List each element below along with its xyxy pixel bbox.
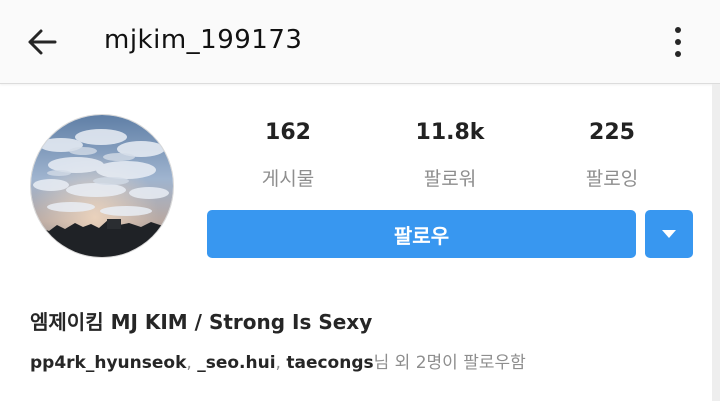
following-count: 225 bbox=[589, 120, 635, 145]
follower-username[interactable]: _seo.hui bbox=[197, 353, 275, 373]
posts-stat[interactable]: 162 게시물 bbox=[207, 118, 369, 191]
app-bar: mjkim_199173 bbox=[0, 0, 720, 84]
follower-username[interactable]: pp4rk_hyunseok bbox=[30, 353, 186, 373]
caret-down-icon bbox=[662, 230, 676, 238]
profile-full-name: 엠제이킴 MJ KIM / Strong Is Sexy bbox=[30, 310, 373, 334]
separator: , bbox=[186, 353, 198, 373]
sky-clouds-photo bbox=[31, 115, 173, 257]
posts-label: 게시물 bbox=[261, 168, 315, 190]
back-button[interactable] bbox=[22, 22, 62, 62]
profile-stats: 162 게시물 11.8k 팔로워 225 팔로잉 bbox=[207, 118, 693, 198]
following-stat[interactable]: 225 팔로잉 bbox=[531, 118, 693, 191]
followed-by-suffix: 님 외 2명이 팔로우함 bbox=[373, 353, 526, 373]
more-options-button[interactable] bbox=[660, 20, 696, 64]
suggested-accounts-dropdown-button[interactable] bbox=[645, 210, 693, 258]
scroll-edge bbox=[712, 84, 720, 401]
followed-by-line: pp4rk_hyunseok, _seo.hui, taecongs님 외 2명… bbox=[30, 348, 526, 373]
follow-button[interactable]: 팔로우 bbox=[207, 210, 636, 258]
followers-stat[interactable]: 11.8k 팔로워 bbox=[369, 118, 531, 191]
arrow-left-icon bbox=[28, 29, 57, 55]
following-label: 팔로잉 bbox=[585, 168, 639, 190]
avatar[interactable] bbox=[30, 114, 174, 258]
separator: , bbox=[275, 353, 287, 373]
profile-username: mjkim_199173 bbox=[104, 25, 303, 55]
more-vertical-icon bbox=[675, 27, 681, 33]
posts-count: 162 bbox=[265, 120, 311, 145]
follower-username[interactable]: taecongs bbox=[286, 353, 373, 373]
followers-label: 팔로워 bbox=[423, 168, 477, 190]
followers-count: 11.8k bbox=[415, 120, 485, 145]
